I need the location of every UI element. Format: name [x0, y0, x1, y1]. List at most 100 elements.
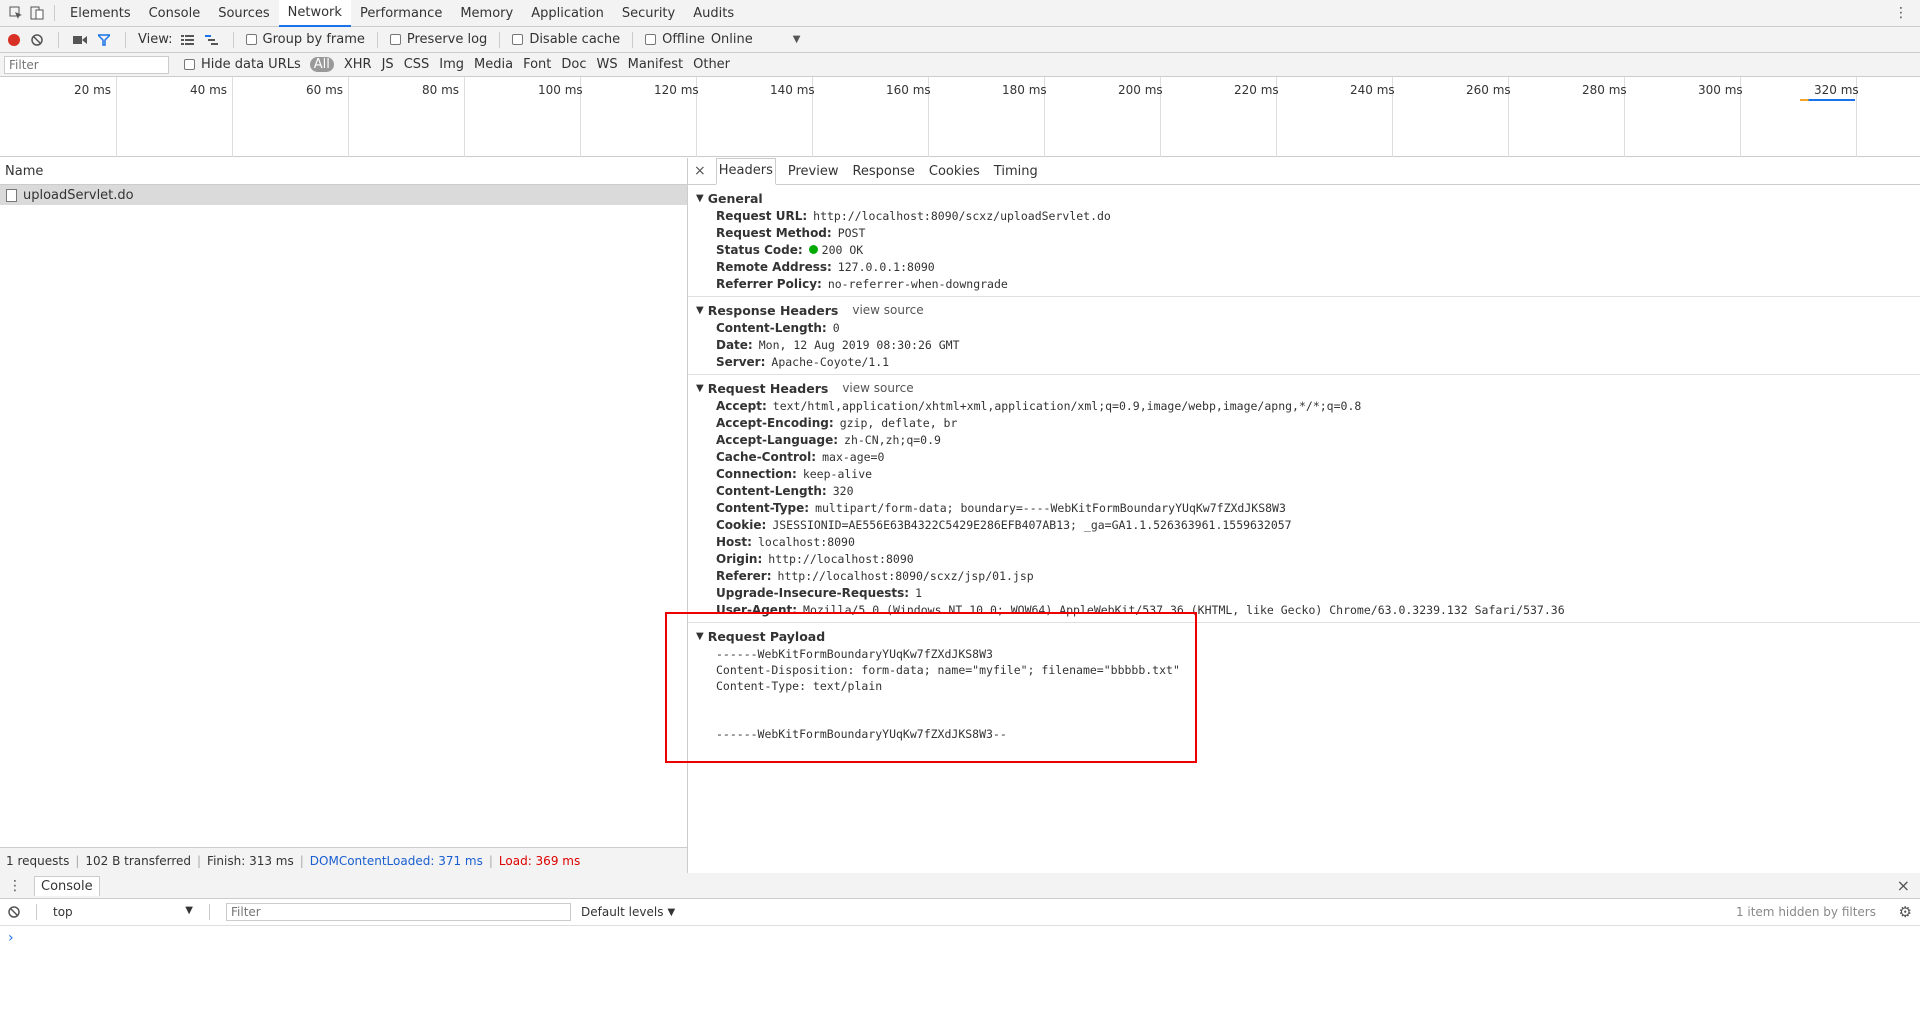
offline-checkbox[interactable]: Offline [645, 32, 705, 47]
tab-console[interactable]: Console [140, 0, 210, 27]
close-icon[interactable]: × [694, 163, 706, 179]
general-section-header[interactable]: ▼ General [688, 189, 1920, 207]
view-label: View: [138, 32, 173, 47]
request-payload-header[interactable]: ▼ Request Payload [688, 627, 1920, 645]
drawer-menu-icon[interactable]: ⋮ [8, 878, 22, 894]
log-levels-select[interactable]: Default levels ▼ [581, 905, 675, 919]
timeline-tick-label: 100 ms [538, 83, 583, 97]
drawer-tab-bar: ⋮ Console × [0, 873, 1920, 899]
filter-img[interactable]: Img [439, 57, 464, 72]
filter-css[interactable]: CSS [404, 57, 430, 72]
header-row: User-Agent: Mozilla/5.0 (Windows NT 10.0;… [688, 601, 1920, 618]
capture-screenshots-icon[interactable] [71, 35, 89, 45]
tab-preview[interactable]: Preview [786, 158, 841, 185]
context-select[interactable]: top ▼ [53, 905, 193, 919]
device-toolbar-icon[interactable] [26, 6, 48, 20]
timeline-tick-label: 160 ms [886, 83, 931, 97]
tab-performance[interactable]: Performance [351, 0, 451, 27]
console-prompt[interactable]: › [0, 926, 1920, 950]
name-column-header[interactable]: Name [0, 158, 687, 185]
context-value: top [53, 905, 73, 919]
request-row[interactable]: uploadServlet.do [0, 185, 687, 205]
header-key: Referrer Policy: [716, 276, 822, 291]
header-row: Remote Address: 127.0.0.1:8090 [688, 258, 1920, 275]
tab-response[interactable]: Response [850, 158, 916, 185]
tab-audits[interactable]: Audits [684, 0, 743, 27]
tab-network[interactable]: Network [278, 0, 351, 27]
tab-cookies[interactable]: Cookies [927, 158, 982, 185]
filter-other[interactable]: Other [693, 57, 730, 72]
panel-tabs: Elements Console Sources Network Performance… [61, 0, 743, 27]
close-drawer-icon[interactable]: × [1897, 876, 1910, 895]
throttling-select[interactable]: Online ▼ [711, 32, 801, 47]
filter-xhr[interactable]: XHR [344, 57, 372, 72]
tab-console-drawer[interactable]: Console [34, 875, 100, 896]
filter-font[interactable]: Font [523, 57, 551, 72]
group-by-frame-checkbox[interactable]: Group by frame [245, 32, 365, 47]
filter-doc[interactable]: Doc [561, 57, 586, 72]
tab-memory[interactable]: Memory [451, 0, 522, 27]
filter-input[interactable] [4, 55, 169, 74]
gear-icon[interactable]: ⚙ [1899, 903, 1912, 921]
divider [125, 31, 126, 48]
timeline-tick-label: 180 ms [1002, 83, 1047, 97]
divider [58, 31, 59, 48]
tab-timing[interactable]: Timing [992, 158, 1040, 185]
header-key: Connection: [716, 466, 797, 481]
header-key: Date: [716, 337, 753, 352]
filter-all[interactable]: All [309, 57, 334, 72]
timeline-tick-label: 80 ms [422, 83, 460, 97]
filter-manifest[interactable]: Manifest [628, 57, 683, 72]
tab-application[interactable]: Application [522, 0, 613, 27]
header-value: 1 [915, 585, 923, 600]
waterfall-overview-icon[interactable] [203, 34, 221, 45]
view-source-link[interactable]: view source [842, 381, 913, 395]
large-request-rows-icon[interactable] [179, 34, 197, 45]
inspect-element-icon[interactable] [6, 6, 26, 20]
tab-headers[interactable]: Headers [715, 158, 776, 185]
header-value: keep-alive [802, 466, 873, 481]
filter-js[interactable]: JS [382, 57, 394, 72]
console-filter-input[interactable] [226, 903, 571, 921]
view-source-link[interactable]: view source [852, 303, 923, 317]
preserve-log-checkbox[interactable]: Preserve log [389, 32, 488, 47]
hide-data-urls-checkbox[interactable]: Hide data URLs [184, 57, 301, 72]
tab-security[interactable]: Security [613, 0, 684, 27]
header-key: Content-Length: [716, 320, 827, 335]
timeline-gridline [464, 77, 465, 157]
timeline-overview[interactable]: 20 ms 40 ms 60 ms 80 ms 100 ms 120 ms 140 ms 16… [0, 77, 1920, 157]
disable-cache-checkbox[interactable]: Disable cache [512, 32, 620, 47]
section-title: Request Headers [707, 380, 829, 396]
timeline-tick-label: 300 ms [1698, 83, 1743, 97]
request-headers-header[interactable]: ▼ Request Headers view source [688, 379, 1920, 397]
filter-ws[interactable]: WS [597, 57, 618, 72]
timeline-tick-label: 20 ms [74, 83, 112, 97]
preserve-log-label: Preserve log [406, 32, 488, 47]
header-row: Content-Type: multipart/form-data; bounda… [688, 499, 1920, 516]
record-icon[interactable] [6, 33, 22, 46]
request-detail-panel: × Headers Preview Response Cookies Timin… [688, 158, 1920, 873]
header-value: http://localhost:8090 [768, 551, 914, 566]
header-row: Content-Length: 320 [688, 482, 1920, 499]
header-key: Request Method: [716, 225, 832, 240]
divider [209, 904, 210, 920]
response-headers-header[interactable]: ▼ Response Headers view source [688, 301, 1920, 319]
header-row: Upgrade-Insecure-Requests: 1 [688, 584, 1920, 601]
filter-icon[interactable] [95, 33, 113, 46]
timeline-gridline [116, 77, 117, 157]
hide-data-urls-label: Hide data URLs [201, 57, 301, 72]
payload-line [688, 695, 1920, 711]
header-value: 200 OK [821, 242, 864, 257]
header-key: Accept-Encoding: [716, 415, 834, 430]
tab-elements[interactable]: Elements [61, 0, 140, 27]
filter-media[interactable]: Media [474, 57, 513, 72]
header-row: Request URL: http://localhost:8090/scxz/u… [688, 207, 1920, 224]
clear-icon[interactable] [28, 33, 46, 46]
header-row: Connection: keep-alive [688, 465, 1920, 482]
tab-sources[interactable]: Sources [209, 0, 278, 27]
header-key: Accept: [716, 398, 767, 413]
network-main: Name uploadServlet.do 1 requests | 102 B … [0, 158, 1920, 873]
clear-console-icon[interactable] [8, 906, 20, 918]
more-menu-icon[interactable]: ⋮ [1894, 5, 1908, 21]
group-by-frame-label: Group by frame [262, 32, 365, 47]
